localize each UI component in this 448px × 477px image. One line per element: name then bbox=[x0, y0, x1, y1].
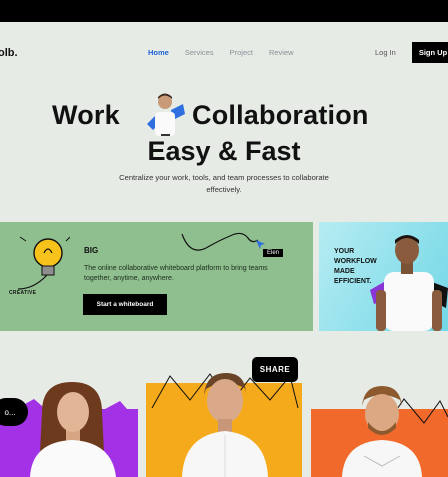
cursor-name-tag: Elen bbox=[263, 249, 284, 257]
workflow-person-image bbox=[370, 235, 448, 331]
squiggle-line-icon bbox=[181, 232, 259, 251]
hero-word-work: Work bbox=[52, 100, 120, 130]
hero-subtitle: Centralize your work, tools, and team pr… bbox=[119, 173, 329, 194]
person2-image bbox=[182, 373, 268, 477]
whiteboard-card-title: BIG bbox=[84, 246, 99, 255]
nav-review[interactable]: Review bbox=[269, 48, 294, 57]
hero-word-collaboration: Collaboration bbox=[192, 100, 369, 130]
top-black-bar bbox=[0, 0, 448, 22]
hero-title-line2: Easy & Fast bbox=[147, 136, 301, 166]
brand-logo[interactable]: olb. bbox=[0, 47, 18, 59]
doodle-label: CREATIVE bbox=[9, 290, 37, 296]
person3-image bbox=[342, 386, 422, 477]
hero-avatar-image bbox=[147, 93, 185, 136]
login-link[interactable]: Log In bbox=[375, 48, 396, 57]
nav-services[interactable]: Services bbox=[185, 48, 214, 57]
signup-button[interactable]: Sign Up bbox=[412, 42, 448, 63]
whiteboard-card-description: The online collaborative whiteboard plat… bbox=[84, 265, 268, 282]
share-speech-bubble: SHARE bbox=[252, 357, 298, 382]
nav-project[interactable]: Project bbox=[230, 48, 253, 57]
lightbulb-icon bbox=[17, 236, 70, 290]
main-nav: Home Services Project Review bbox=[148, 48, 294, 57]
nav-home[interactable]: Home bbox=[148, 48, 169, 57]
person1-image bbox=[30, 382, 116, 477]
start-whiteboard-button[interactable]: Start a whiteboard bbox=[83, 294, 167, 315]
